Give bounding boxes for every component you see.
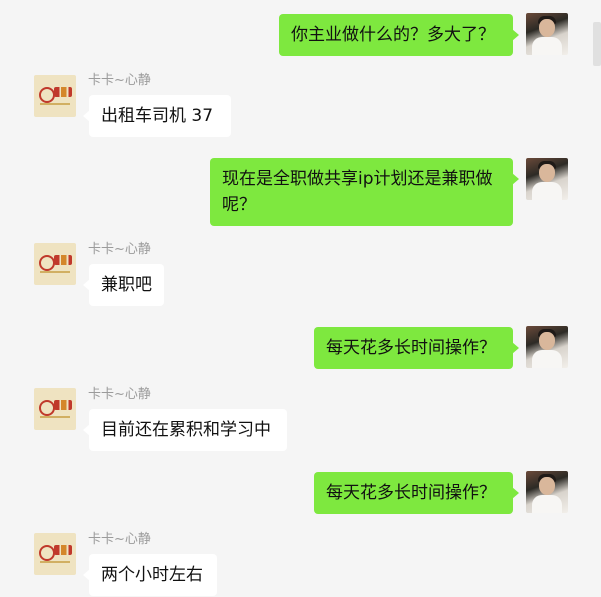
- scrollbar[interactable]: [593, 22, 601, 66]
- message-bubble-incoming[interactable]: 目前还在累积和学习中: [83, 409, 287, 451]
- message-bubble-outgoing[interactable]: 每天花多长时间操作？: [314, 327, 519, 369]
- contact-avatar[interactable]: [34, 75, 76, 117]
- message-bubble-outgoing[interactable]: 你主业做什么的？多大了？: [279, 14, 519, 56]
- message-bubble-incoming[interactable]: 出租车司机 37: [83, 95, 231, 137]
- sender-name: 卡卡~心静: [88, 532, 151, 547]
- message-bubble-outgoing[interactable]: 每天花多长时间操作？: [314, 472, 519, 514]
- message-bubble-incoming[interactable]: 两个小时左右: [83, 554, 217, 596]
- my-avatar[interactable]: [526, 326, 568, 368]
- message-bubble-outgoing[interactable]: 现在是全职做共享ip计划还是兼职做呢？: [210, 158, 519, 226]
- my-avatar[interactable]: [526, 158, 568, 200]
- chat-message-list[interactable]: 你主业做什么的？多大了？ 卡卡~心静 出租车司机 37 现在是全职做共享ip计划…: [0, 0, 601, 597]
- my-avatar[interactable]: [526, 471, 568, 513]
- sender-name: 卡卡~心静: [88, 387, 151, 402]
- sender-name: 卡卡~心静: [88, 242, 151, 257]
- contact-avatar[interactable]: [34, 388, 76, 430]
- message-bubble-incoming[interactable]: 兼职吧: [83, 264, 164, 306]
- sender-name: 卡卡~心静: [88, 73, 151, 88]
- contact-avatar[interactable]: [34, 533, 76, 575]
- my-avatar[interactable]: [526, 13, 568, 55]
- contact-avatar[interactable]: [34, 243, 76, 285]
